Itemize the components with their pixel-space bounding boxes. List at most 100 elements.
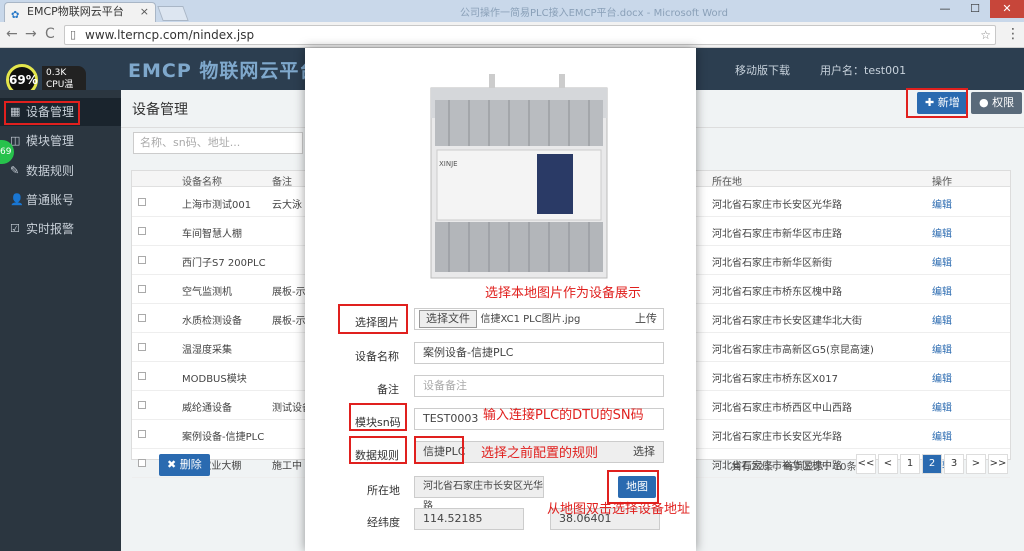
back-icon[interactable]: ←: [6, 26, 18, 42]
upload-button[interactable]: 上传: [635, 309, 657, 329]
row-checkbox[interactable]: [138, 343, 146, 351]
cell-name: 空气监测机: [182, 287, 232, 298]
coord-label: 经纬度: [367, 516, 400, 529]
edit-link[interactable]: 编辑: [932, 254, 952, 269]
file-name: 信捷XC1 PLC图片.jpg: [480, 314, 581, 325]
sidebar-item-alarms[interactable]: ☑ 实时报警: [0, 215, 121, 243]
plc-brand: XINJE: [439, 160, 458, 168]
location-label: 所在地: [367, 484, 400, 497]
page-button[interactable]: <<: [856, 454, 876, 474]
note-label: 备注: [377, 383, 399, 396]
close-window-button[interactable]: ✕: [990, 0, 1024, 18]
sidebar-item-modules[interactable]: ◫ 模块管理: [0, 127, 121, 155]
cell-location: 河北省石家庄市桥东区X017: [712, 374, 838, 385]
highlight-box-sn: [349, 403, 407, 431]
bookmark-star-icon[interactable]: ☆: [980, 26, 991, 44]
edit-link[interactable]: 编辑: [932, 341, 952, 356]
url-input[interactable]: ▯ www.lterncp.com/nindex.jsp ☆: [64, 25, 996, 45]
col-action: 操作: [932, 177, 952, 188]
minimize-button[interactable]: —: [930, 0, 960, 18]
cell-name: 水质检测设备: [182, 316, 242, 327]
row-checkbox[interactable]: [138, 430, 146, 438]
longitude-input[interactable]: 114.52185: [414, 508, 524, 530]
delete-button[interactable]: ✖ 删除: [159, 454, 210, 476]
file-input[interactable]: 选择文件 信捷XC1 PLC图片.jpg 上传: [414, 308, 664, 330]
sidebar: ▦ 设备管理 ◫ 模块管理 ✎ 数据规则 👤 普通账号 ☑ 实时报警: [0, 90, 121, 551]
reload-icon[interactable]: C: [45, 26, 55, 42]
page-button[interactable]: 2: [922, 454, 942, 474]
tab-title: EMCP物联网云平台: [27, 5, 124, 18]
edit-link[interactable]: 编辑: [932, 312, 952, 327]
cell-location: 河北省石家庄市长安区光华路: [712, 432, 842, 443]
forward-icon[interactable]: →: [25, 26, 37, 42]
window-title: 公司操作一简易PLC接入EMCP平台.docx - Microsoft Word: [460, 8, 728, 19]
choose-file-button[interactable]: 选择文件: [419, 310, 477, 328]
edit-link[interactable]: 编辑: [932, 399, 952, 414]
browser-tab-bar: ✿ EMCP物联网云平台 × 公司操作一简易PLC接入EMCP平台.docx -…: [0, 0, 1024, 22]
cell-location: 河北省石家庄市高新区G5(京昆高速): [712, 345, 874, 356]
page-button[interactable]: 1: [900, 454, 920, 474]
row-checkbox[interactable]: [138, 227, 146, 235]
mobile-download-link[interactable]: 移动版下载: [735, 62, 790, 78]
permission-button[interactable]: ● 权限: [971, 92, 1023, 114]
edit-link[interactable]: 编辑: [932, 225, 952, 240]
row-checkbox[interactable]: [138, 256, 146, 264]
cell-location: 河北省石家庄市长安区建华北大街: [712, 316, 862, 327]
annotation-rule: 选择之前配置的规则: [481, 446, 599, 461]
row-checkbox[interactable]: [138, 198, 146, 206]
row-checkbox[interactable]: [138, 314, 146, 322]
highlight-box-sidebar: [4, 101, 80, 125]
permission-label: 权限: [992, 96, 1015, 109]
cell-name: 车间智慧人棚: [182, 229, 242, 240]
row-checkbox[interactable]: [138, 401, 146, 409]
device-name-input[interactable]: 案例设备-信捷PLC: [414, 342, 664, 364]
page-icon: ▯: [70, 28, 77, 41]
cell-name: 案例设备-信捷PLC: [182, 432, 265, 443]
row-checkbox[interactable]: [138, 285, 146, 293]
browser-tab[interactable]: ✿ EMCP物联网云平台 ×: [4, 2, 156, 22]
cell-location: 河北省石家庄市桥东区槐中路: [712, 287, 842, 298]
cpu-line1: 0.3K: [46, 68, 67, 78]
cell-note: 展板-示: [272, 287, 306, 298]
maximize-button[interactable]: ☐: [960, 0, 990, 18]
highlight-box-rule: [349, 436, 407, 464]
sidebar-item-accounts[interactable]: 👤 普通账号: [0, 186, 121, 214]
new-tab-button[interactable]: [157, 6, 189, 21]
checkbox-icon: ☑: [10, 222, 20, 235]
name-label: 设备名称: [355, 350, 399, 363]
search-input[interactable]: 名称、sn码、地址...: [133, 132, 303, 154]
sidebar-item-label: 模块管理: [26, 134, 75, 148]
annotation-map: 从地图双击选择设备地址: [547, 502, 691, 517]
sidebar-item-rules[interactable]: ✎ 数据规则: [0, 157, 121, 185]
cell-note: 展板-示: [272, 316, 306, 327]
edit-link[interactable]: 编辑: [932, 370, 952, 385]
col-location: 所在地: [712, 177, 742, 188]
edit-link[interactable]: 编辑: [932, 428, 952, 443]
address-bar: ← → C ▯ www.lterncp.com/nindex.jsp ☆ ⋮: [0, 22, 1024, 48]
page-button[interactable]: 3: [944, 454, 964, 474]
cell-name: MODBUS模块: [182, 374, 247, 385]
cell-location: 河北省石家庄市新华区市庄路: [712, 229, 842, 240]
highlight-box-rule-value: [414, 436, 464, 464]
annotation-sn: 输入连接PLC的DTU的SN码: [483, 408, 644, 423]
page-button[interactable]: >>: [988, 454, 1008, 474]
row-checkbox[interactable]: [138, 372, 146, 380]
edit-link[interactable]: 编辑: [932, 283, 952, 298]
pager-info: 共有22条，每页显示：10条: [731, 462, 857, 473]
cell-name: 上海市测试001: [182, 200, 252, 211]
edit-link[interactable]: 编辑: [932, 196, 952, 211]
highlight-box-image: [338, 304, 408, 334]
cell-name: 威纶通设备: [182, 403, 232, 414]
note-input[interactable]: 设备备注: [414, 375, 664, 397]
page-button[interactable]: <: [878, 454, 898, 474]
tab-close-icon[interactable]: ×: [140, 3, 149, 21]
pencil-icon: ✎: [10, 164, 20, 177]
location-input[interactable]: 河北省石家庄市长安区光华路: [414, 476, 544, 512]
user-menu[interactable]: 用户名：test001: [820, 62, 906, 78]
browser-menu-icon[interactable]: ⋮: [1006, 26, 1020, 42]
page-button[interactable]: >: [966, 454, 986, 474]
rule-select-button[interactable]: 选择: [633, 442, 655, 462]
plc-device-image: XINJE: [430, 74, 608, 279]
cell-location: 河北省石家庄市桥西区中山西路: [712, 403, 852, 414]
cell-location: 河北省石家庄市新华区新街: [712, 258, 832, 269]
